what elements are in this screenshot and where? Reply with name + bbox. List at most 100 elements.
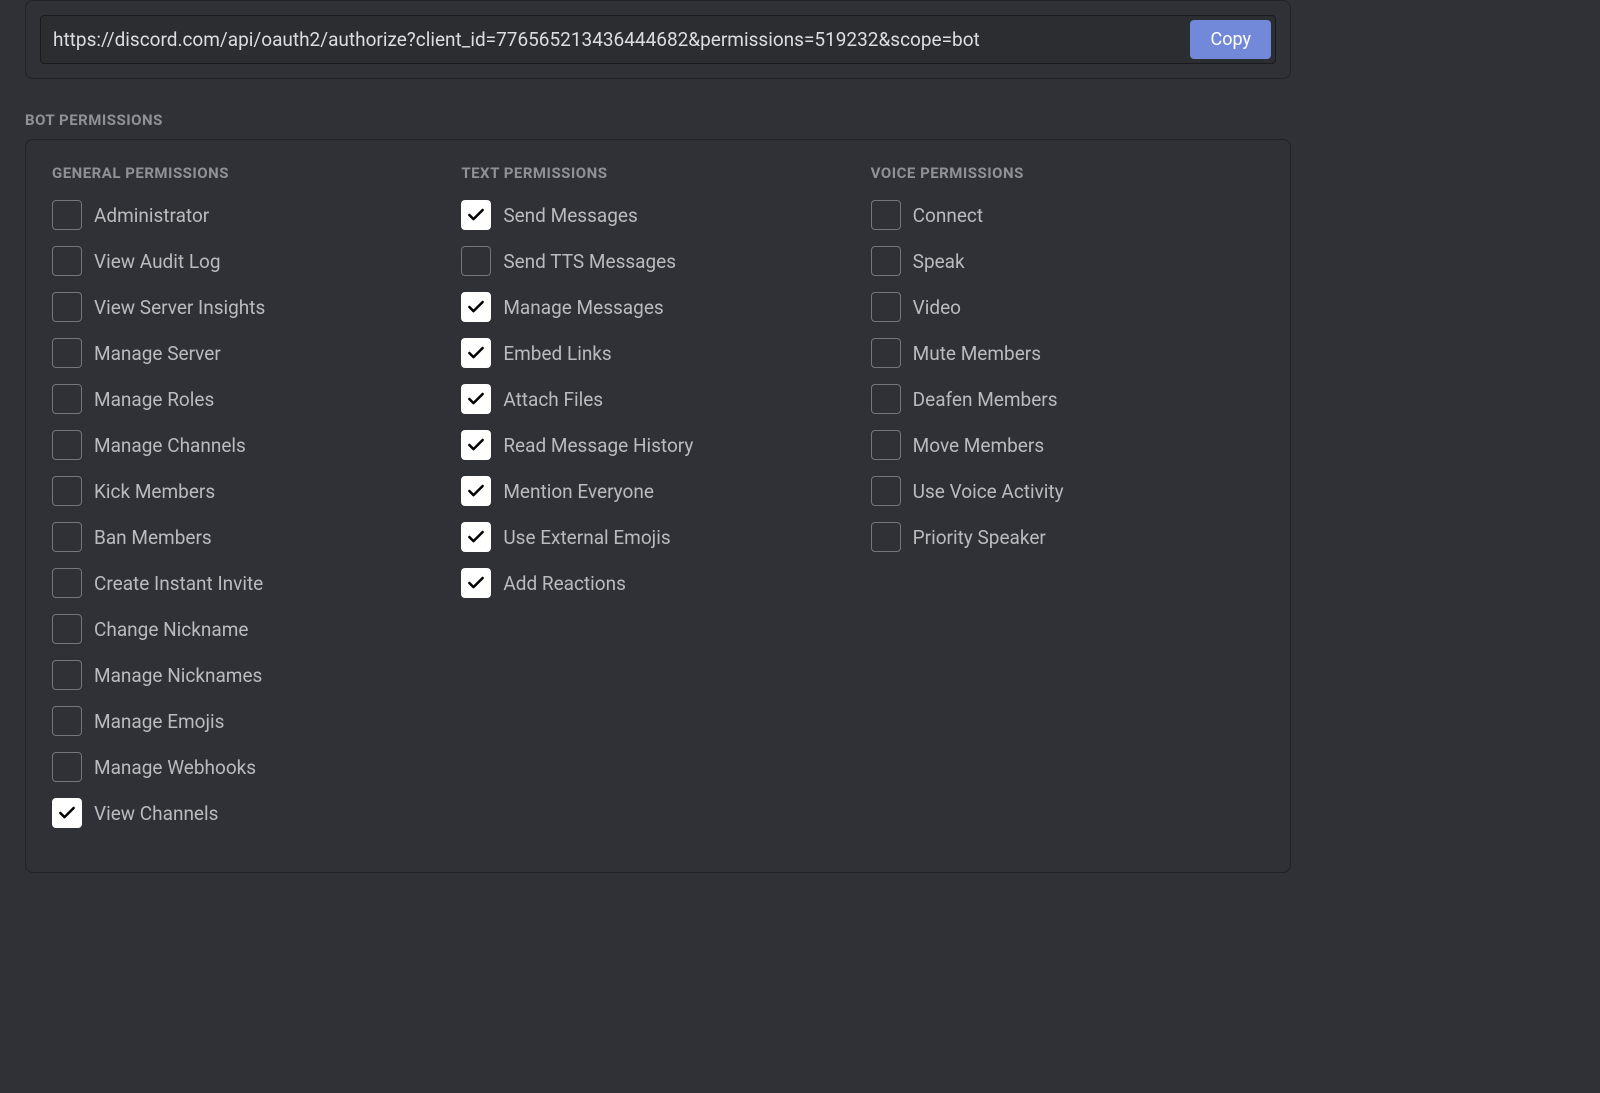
- permission-label: Deafen Members: [913, 388, 1058, 411]
- permission-label: View Audit Log: [94, 250, 221, 273]
- permission-checkbox[interactable]: [871, 430, 901, 460]
- permission-checkbox[interactable]: [52, 798, 82, 828]
- permission-item[interactable]: Video: [871, 292, 1264, 322]
- permission-checkbox[interactable]: [52, 660, 82, 690]
- permissions-grid: GENERAL PERMISSIONSAdministratorView Aud…: [52, 164, 1264, 844]
- permission-label: Mute Members: [913, 342, 1041, 365]
- permission-column-header: TEXT PERMISSIONS: [461, 164, 854, 182]
- permission-label: Read Message History: [503, 434, 693, 457]
- permission-item[interactable]: Create Instant Invite: [52, 568, 445, 598]
- permission-label: Manage Nicknames: [94, 664, 262, 687]
- permission-label: Video: [913, 296, 961, 319]
- permission-column: GENERAL PERMISSIONSAdministratorView Aud…: [52, 164, 445, 844]
- permission-checkbox[interactable]: [52, 752, 82, 782]
- permission-item[interactable]: Ban Members: [52, 522, 445, 552]
- permission-item[interactable]: Read Message History: [461, 430, 854, 460]
- permission-item[interactable]: Connect: [871, 200, 1264, 230]
- permission-item[interactable]: Mention Everyone: [461, 476, 854, 506]
- permission-label: Speak: [913, 250, 965, 273]
- permission-item[interactable]: View Channels: [52, 798, 445, 828]
- permission-label: Administrator: [94, 204, 209, 227]
- permission-item[interactable]: View Audit Log: [52, 246, 445, 276]
- permission-checkbox[interactable]: [52, 430, 82, 460]
- permission-item[interactable]: Speak: [871, 246, 1264, 276]
- url-container: Copy: [40, 15, 1276, 64]
- permission-label: Manage Channels: [94, 434, 246, 457]
- permission-checkbox[interactable]: [52, 246, 82, 276]
- permission-checkbox[interactable]: [461, 200, 491, 230]
- permission-checkbox[interactable]: [871, 384, 901, 414]
- permission-label: Create Instant Invite: [94, 572, 263, 595]
- permission-label: Change Nickname: [94, 618, 248, 641]
- permission-item[interactable]: Manage Messages: [461, 292, 854, 322]
- permission-checkbox[interactable]: [52, 200, 82, 230]
- permission-checkbox[interactable]: [461, 338, 491, 368]
- permission-label: Manage Messages: [503, 296, 663, 319]
- permission-label: Ban Members: [94, 526, 212, 549]
- permission-checkbox[interactable]: [461, 384, 491, 414]
- permission-item[interactable]: Priority Speaker: [871, 522, 1264, 552]
- permission-checkbox[interactable]: [52, 614, 82, 644]
- permission-label: Send TTS Messages: [503, 250, 676, 273]
- permission-item[interactable]: Add Reactions: [461, 568, 854, 598]
- permission-label: Priority Speaker: [913, 526, 1046, 549]
- permission-column: VOICE PERMISSIONSConnectSpeakVideoMute M…: [871, 164, 1264, 844]
- copy-button[interactable]: Copy: [1190, 20, 1271, 59]
- url-section: Copy: [25, 0, 1291, 79]
- permission-checkbox[interactable]: [52, 338, 82, 368]
- oauth-url-input[interactable]: [45, 20, 1182, 59]
- permission-checkbox[interactable]: [52, 568, 82, 598]
- permission-label: Manage Webhooks: [94, 756, 256, 779]
- permission-checkbox[interactable]: [52, 292, 82, 322]
- permission-checkbox[interactable]: [461, 522, 491, 552]
- permission-checkbox[interactable]: [461, 568, 491, 598]
- permission-item[interactable]: Mute Members: [871, 338, 1264, 368]
- permission-checkbox[interactable]: [871, 522, 901, 552]
- permission-item[interactable]: Send TTS Messages: [461, 246, 854, 276]
- permission-checkbox[interactable]: [461, 246, 491, 276]
- permission-item[interactable]: Attach Files: [461, 384, 854, 414]
- permission-item[interactable]: Manage Webhooks: [52, 752, 445, 782]
- permission-item[interactable]: Manage Roles: [52, 384, 445, 414]
- permission-checkbox[interactable]: [871, 246, 901, 276]
- permission-item[interactable]: Use External Emojis: [461, 522, 854, 552]
- permission-label: Embed Links: [503, 342, 611, 365]
- permission-item[interactable]: Send Messages: [461, 200, 854, 230]
- permission-label: Manage Server: [94, 342, 221, 365]
- permission-label: View Server Insights: [94, 296, 265, 319]
- permissions-panel: GENERAL PERMISSIONSAdministratorView Aud…: [25, 139, 1291, 873]
- permission-item[interactable]: Administrator: [52, 200, 445, 230]
- permission-label: Use External Emojis: [503, 526, 670, 549]
- permission-item[interactable]: Manage Channels: [52, 430, 445, 460]
- permission-item[interactable]: Deafen Members: [871, 384, 1264, 414]
- permission-column: TEXT PERMISSIONS Send Messages Send TTS Me…: [461, 164, 854, 844]
- permission-label: Attach Files: [503, 388, 603, 411]
- permission-item[interactable]: Manage Emojis: [52, 706, 445, 736]
- permission-checkbox[interactable]: [52, 706, 82, 736]
- permission-item[interactable]: Use Voice Activity: [871, 476, 1264, 506]
- permission-checkbox[interactable]: [461, 476, 491, 506]
- permission-checkbox[interactable]: [871, 476, 901, 506]
- permission-checkbox[interactable]: [461, 430, 491, 460]
- permission-item[interactable]: Move Members: [871, 430, 1264, 460]
- permission-item[interactable]: View Server Insights: [52, 292, 445, 322]
- permission-item[interactable]: Embed Links: [461, 338, 854, 368]
- permission-checkbox[interactable]: [52, 476, 82, 506]
- permission-checkbox[interactable]: [871, 292, 901, 322]
- permission-item[interactable]: Manage Server: [52, 338, 445, 368]
- permission-checkbox[interactable]: [52, 522, 82, 552]
- permission-checkbox[interactable]: [871, 200, 901, 230]
- permission-label: Use Voice Activity: [913, 480, 1064, 503]
- permission-item[interactable]: Manage Nicknames: [52, 660, 445, 690]
- permission-label: Manage Roles: [94, 388, 214, 411]
- permission-item[interactable]: Change Nickname: [52, 614, 445, 644]
- permission-item[interactable]: Kick Members: [52, 476, 445, 506]
- permission-checkbox[interactable]: [871, 338, 901, 368]
- permission-label: Move Members: [913, 434, 1044, 457]
- permission-checkbox[interactable]: [461, 292, 491, 322]
- permission-label: Mention Everyone: [503, 480, 654, 503]
- permission-label: Add Reactions: [503, 572, 626, 595]
- permission-label: Kick Members: [94, 480, 215, 503]
- permission-label: View Channels: [94, 802, 218, 825]
- permission-checkbox[interactable]: [52, 384, 82, 414]
